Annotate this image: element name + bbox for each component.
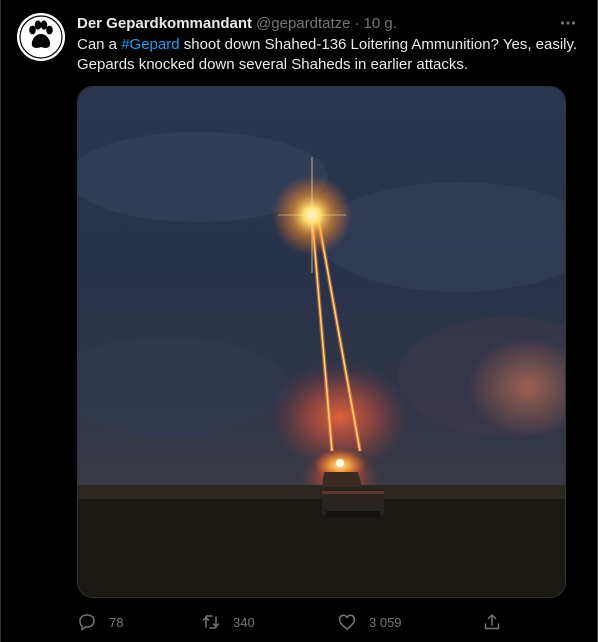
tweet-text: Can a #Gepard shoot down Shahed-136 Loit… <box>77 35 579 75</box>
heart-icon <box>337 612 357 632</box>
tweet-header: Der Gepardkommandant @gepardtatze · 10 g… <box>77 13 581 33</box>
retweet-count: 340 <box>233 614 255 630</box>
like-button[interactable]: 3 059 <box>337 606 402 638</box>
more-button[interactable] <box>555 10 581 36</box>
share-button[interactable] <box>482 606 514 638</box>
photo-image <box>78 87 565 597</box>
tweet[interactable]: Der Gepardkommandant @gepardtatze · 10 g… <box>0 0 598 642</box>
tweet-photo[interactable] <box>77 86 566 598</box>
timestamp[interactable]: 10 g. <box>364 15 397 32</box>
separator: · <box>354 14 360 32</box>
retweet-icon <box>201 612 221 632</box>
like-count: 3 059 <box>369 614 402 630</box>
paw-print-icon <box>17 13 65 61</box>
tweet-actions: 78 340 3 059 <box>77 606 581 638</box>
author-handle[interactable]: @gepardtatze <box>256 15 350 32</box>
reply-button[interactable]: 78 <box>77 606 123 638</box>
hashtag-link[interactable]: #Gepard <box>121 36 179 53</box>
author-name[interactable]: Der Gepardkommandant <box>77 15 252 32</box>
tweet-text-before: Can a <box>77 36 122 53</box>
retweet-button[interactable]: 340 <box>201 606 255 638</box>
avatar[interactable] <box>17 13 65 61</box>
reply-icon <box>77 612 97 632</box>
more-horizontal-icon <box>560 21 576 25</box>
share-icon <box>482 612 502 632</box>
reply-count: 78 <box>109 614 124 630</box>
